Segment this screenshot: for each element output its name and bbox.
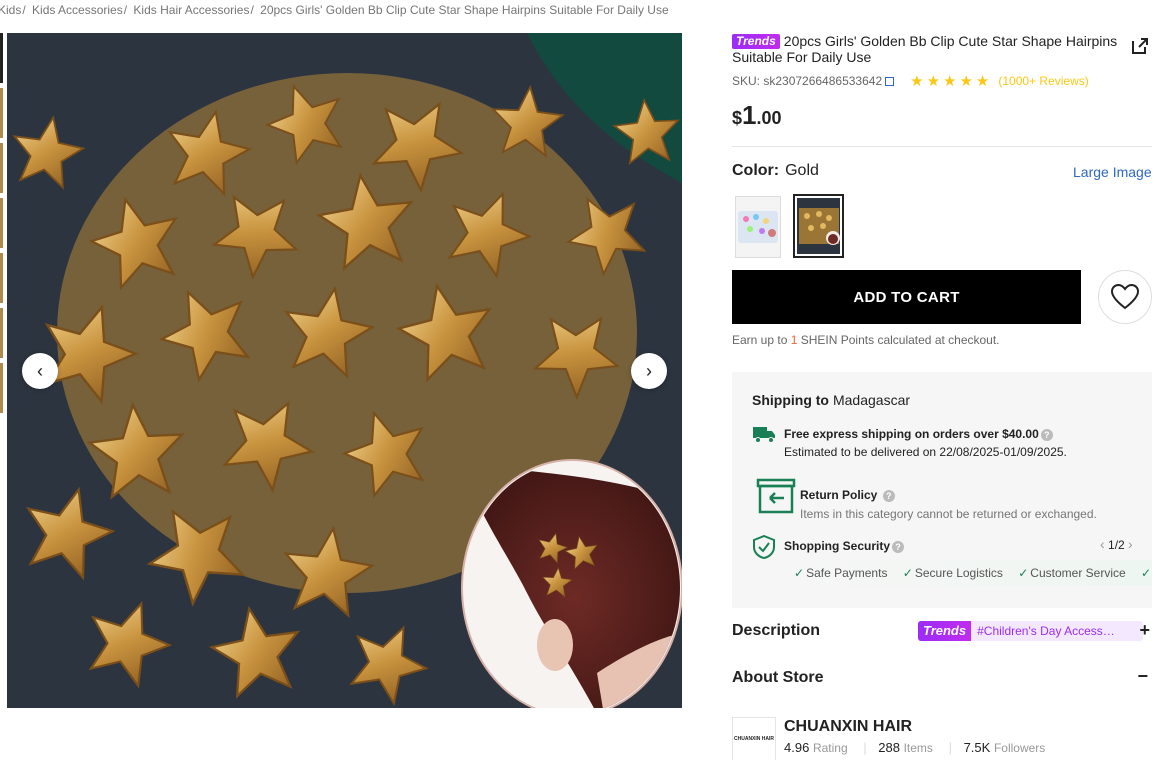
heart-icon <box>1111 284 1139 310</box>
collapse-icon[interactable]: − <box>1137 666 1148 687</box>
sku-text: SKU: sk2307266486533642 <box>732 74 883 88</box>
points-suffix: SHEIN Points calculated at checkout. <box>800 333 1000 347</box>
security-item: Customer Service <box>1030 566 1126 580</box>
breadcrumb-item-current: 20pcs Girls' Golden Bb Clip Cute Star Sh… <box>260 3 669 17</box>
about-store-label: About Store <box>732 669 824 686</box>
large-image-link[interactable]: Large Image <box>1073 164 1152 180</box>
color-swatch-gold[interactable] <box>793 194 844 258</box>
trends-badge: Trends <box>918 621 972 641</box>
trend-tag[interactable]: Trends #Children's Day Access… <box>918 621 1143 641</box>
return-policy-label: Return Policy <box>800 488 878 502</box>
check-icon: ✓ <box>1018 566 1029 580</box>
store-name[interactable]: CHUANXIN HAIR <box>784 718 912 736</box>
thumbnail[interactable] <box>0 198 3 248</box>
divider <box>732 146 1152 147</box>
shopping-security-label: Shopping Security <box>784 539 891 553</box>
price-decimal: .00 <box>756 108 782 128</box>
color-swatch-multicolor[interactable] <box>735 196 781 258</box>
thumbnail[interactable] <box>0 143 3 193</box>
color-selector-label: Color: Gold <box>732 162 819 180</box>
price-currency: $ <box>732 108 743 128</box>
check-icon: ✓ <box>1141 566 1152 580</box>
store-stats: 4.96 Rating | 288 Items | 7.5K Followers <box>784 740 1057 755</box>
chevron-left-icon[interactable]: ‹ <box>1100 536 1105 552</box>
store-logo[interactable]: CHUANXIN HAIR <box>732 717 776 760</box>
copy-icon[interactable] <box>885 76 895 86</box>
thumbnail[interactable] <box>0 363 3 413</box>
description-section-header[interactable]: Description Trends #Children's Day Access… <box>732 620 1152 641</box>
points-number: 1 <box>790 333 798 347</box>
thumbnail[interactable] <box>0 253 3 303</box>
return-box-icon <box>756 478 796 514</box>
product-main-image[interactable] <box>7 33 682 708</box>
store-rating-label: Rating <box>812 741 848 755</box>
share-icon[interactable] <box>1130 36 1150 56</box>
product-title: Trends 20pcs Girls' Golden Bb Clip Cute S… <box>732 33 1122 65</box>
security-item: Secure Logistics <box>914 566 1003 580</box>
return-policy-description: Items in this category cannot be returne… <box>800 507 1097 521</box>
free-shipping-label: Free express shipping on orders over $40… <box>784 427 1039 441</box>
about-store-section-header[interactable]: About Store − <box>732 666 1152 687</box>
help-icon[interactable]: ? <box>882 490 895 502</box>
wishlist-button[interactable] <box>1098 270 1152 324</box>
shipping-country: Madagascar <box>832 392 911 408</box>
description-label: Description <box>732 622 821 639</box>
shipping-destination[interactable]: Shipping to Madagascar <box>752 392 910 408</box>
points-info: Earn up to 1 SHEIN Points calculated at … <box>732 333 1000 347</box>
store-items: 288 <box>878 740 900 755</box>
truck-icon <box>753 427 775 443</box>
trends-badge[interactable]: Trends <box>732 34 780 49</box>
security-items[interactable]: ✓ Safe Payments ✓ Secure Logistics ✓ Custom… <box>784 560 1152 586</box>
trend-tag-text: #Children's Day Access… <box>977 624 1115 638</box>
free-shipping-text: Free express shipping on orders over $40… <box>784 427 1053 441</box>
reviews-link[interactable]: (1000+ Reviews) <box>998 74 1088 88</box>
breadcrumb: Kids/ Kids Accessories/ Kids Hair Access… <box>0 3 669 17</box>
expand-icon[interactable]: + <box>1139 620 1150 641</box>
prev-image-button[interactable]: ‹ <box>22 353 58 389</box>
shipping-label: Shipping to <box>752 392 829 408</box>
price-integer: 1 <box>742 100 757 130</box>
price: $1.00 <box>732 100 782 131</box>
breadcrumb-item-kids[interactable]: Kids <box>0 3 21 17</box>
return-policy-title[interactable]: Return Policy ? <box>800 488 895 502</box>
store-followers: 7.5K <box>963 740 991 755</box>
security-item: Safe Payments <box>806 566 888 580</box>
store-items-label: Items <box>903 741 933 755</box>
swatch-image <box>797 198 840 254</box>
store-followers-label: Followers <box>993 741 1046 755</box>
thumbnail[interactable] <box>0 33 3 83</box>
check-icon: ✓ <box>902 566 913 580</box>
star-hairpins-illustration <box>7 33 682 708</box>
delivery-estimate: Estimated to be delivered on 22/08/2025-… <box>784 445 1067 459</box>
breadcrumb-item-kids-hair-accessories[interactable]: Kids Hair Accessories <box>133 3 249 17</box>
help-icon[interactable]: ? <box>1040 429 1053 441</box>
stat-separator: | <box>863 740 867 755</box>
stat-separator: | <box>948 740 952 755</box>
swatch-image <box>736 197 780 257</box>
chevron-left-icon: ‹ <box>37 360 43 381</box>
next-image-button[interactable]: › <box>631 353 667 389</box>
breadcrumb-item-kids-accessories[interactable]: Kids Accessories <box>32 3 123 17</box>
check-icon: ✓ <box>794 566 805 580</box>
points-prefix: Earn up to <box>732 333 788 347</box>
product-title-text: 20pcs Girls' Golden Bb Clip Cute Star Sh… <box>732 33 1118 65</box>
shipping-panel: Shipping to Madagascar Free express shipp… <box>732 372 1152 608</box>
rating-stars: ★★★★★ <box>910 73 993 90</box>
sku-rating-row: SKU: sk2307266486533642 ★★★★★ (1000+ Rev… <box>732 72 1089 90</box>
add-to-cart-button[interactable]: ADD TO CART <box>732 270 1081 324</box>
store-rating: 4.96 <box>784 740 810 755</box>
thumbnail[interactable] <box>0 308 3 358</box>
shield-icon <box>753 534 775 560</box>
help-icon[interactable]: ? <box>892 541 905 553</box>
color-value: Gold <box>785 162 819 179</box>
thumbnail-strip <box>0 33 3 413</box>
shopping-security-title: Shopping Security? <box>784 539 905 553</box>
chevron-right-icon: › <box>646 360 652 381</box>
thumbnail[interactable] <box>0 88 3 138</box>
color-label: Color: <box>732 162 780 179</box>
security-pager: ‹ 1/2 › <box>1100 536 1133 552</box>
security-page-indicator: 1/2 <box>1108 538 1125 552</box>
chevron-right-icon[interactable]: › <box>1128 536 1133 552</box>
